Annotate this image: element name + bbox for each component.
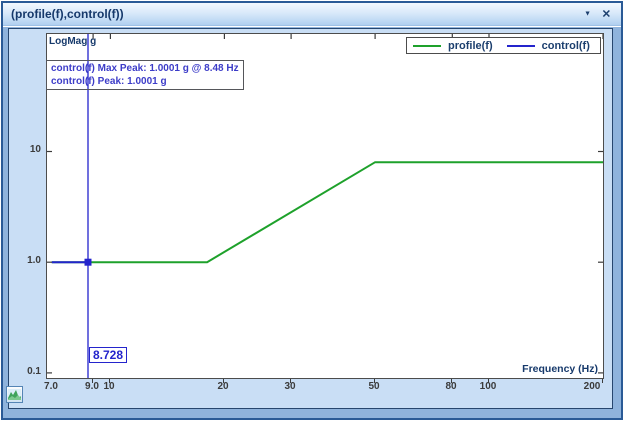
legend: profile(f) control(f)	[406, 37, 601, 54]
x-tick-mark	[451, 379, 452, 383]
close-icon[interactable]: ✕	[602, 8, 611, 21]
peak-annotation-line1: control(f) Max Peak: 1.0001 g @ 8.48 Hz	[51, 62, 239, 75]
control-legend-label: control(f)	[542, 40, 590, 52]
peak-annotation-line2: control(f) Peak: 1.0001 g	[51, 75, 239, 88]
y-tick-label: 1.0	[8, 255, 41, 266]
control-legend-line	[507, 45, 535, 47]
x-tick-mark	[109, 379, 110, 383]
x-tick-mark	[488, 379, 489, 383]
x-tick-mark	[290, 379, 291, 383]
plot-window: (profile(f),control(f)) ▼ ✕ LogMag g con…	[0, 0, 624, 421]
x-axis-label: Frequency (Hz)	[522, 363, 598, 375]
titlebar[interactable]: (profile(f),control(f)) ▼ ✕	[3, 3, 621, 26]
x-tick-mark	[223, 379, 224, 383]
x-tick-mark	[602, 379, 603, 383]
dropdown-menu-icon[interactable]: ▼	[584, 11, 591, 18]
y-tick-label: 10	[8, 144, 41, 155]
x-tick-mark	[92, 379, 93, 383]
cursor-readout[interactable]: 8.728	[89, 347, 127, 363]
peak-annotation-box: control(f) Max Peak: 1.0001 g @ 8.48 Hz …	[46, 60, 244, 90]
profile-legend-line	[413, 45, 441, 47]
chart-thumbnail-icon[interactable]	[6, 386, 23, 403]
window-title: (profile(f),control(f))	[11, 3, 124, 26]
x-tick-label: 7.0	[44, 381, 58, 392]
x-tick-label: 200	[584, 381, 601, 392]
y-tick-label: 0.1	[8, 366, 41, 377]
mini-chart-glyph	[8, 389, 21, 400]
x-tick-mark	[374, 379, 375, 383]
profile-legend-label: profile(f)	[448, 40, 493, 52]
y-axis-label: LogMag g	[49, 36, 96, 47]
